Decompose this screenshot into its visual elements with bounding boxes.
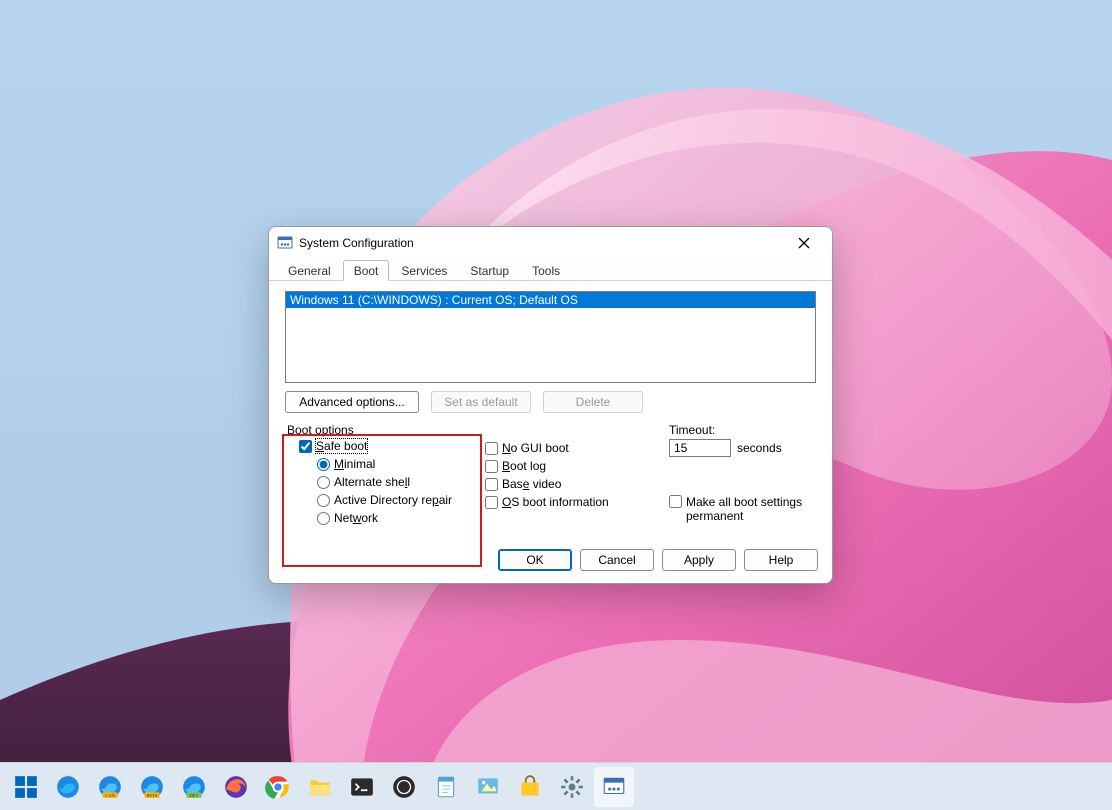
taskbar-notepad[interactable] xyxy=(426,767,466,807)
taskbar-terminal[interactable] xyxy=(342,767,382,807)
safe-boot-checkbox[interactable] xyxy=(299,440,312,453)
boot-options-group: Boot options Safe boot Minimal Alternate… xyxy=(285,423,485,527)
minimal-label[interactable]: Minimal xyxy=(334,457,375,471)
timeout-unit: seconds xyxy=(737,441,782,455)
set-as-default-button: Set as default xyxy=(431,391,531,413)
tab-services[interactable]: Services xyxy=(390,260,458,281)
taskbar-edge-dev[interactable]: DEV xyxy=(174,767,214,807)
notepad-icon xyxy=(433,774,459,800)
taskbar-paint[interactable] xyxy=(468,767,508,807)
taskbar-explorer[interactable] xyxy=(300,767,340,807)
ad-repair-label[interactable]: Active Directory repair xyxy=(334,493,452,507)
alternate-shell-label[interactable]: Alternate shell xyxy=(334,475,410,489)
svg-text:BETA: BETA xyxy=(147,792,159,797)
titlebar[interactable]: System Configuration xyxy=(269,227,832,259)
svg-text:DEV: DEV xyxy=(189,792,199,797)
taskbar: CAN BETA DEV xyxy=(0,762,1112,810)
apply-button[interactable]: Apply xyxy=(662,549,736,571)
timeout-label: Timeout: xyxy=(669,423,816,437)
cancel-button[interactable]: Cancel xyxy=(580,549,654,571)
boot-log-checkbox[interactable] xyxy=(485,460,498,473)
edge-icon xyxy=(55,774,81,800)
ok-button[interactable]: OK xyxy=(498,549,572,571)
ad-repair-radio[interactable] xyxy=(317,494,330,507)
no-gui-boot-checkbox[interactable] xyxy=(485,442,498,455)
edge-beta-icon: BETA xyxy=(139,774,165,800)
paint-icon xyxy=(475,774,501,800)
cancel-label: Cancel xyxy=(598,553,635,567)
os-boot-info-label[interactable]: OS boot information xyxy=(502,495,609,509)
boot-options-legend: Boot options xyxy=(285,423,485,437)
tab-startup[interactable]: Startup xyxy=(459,260,520,281)
tab-boot[interactable]: Boot xyxy=(343,260,390,281)
taskbar-msconfig[interactable] xyxy=(594,767,634,807)
taskbar-firefox[interactable] xyxy=(216,767,256,807)
apply-label: Apply xyxy=(684,553,714,567)
base-video-label[interactable]: Base video xyxy=(502,477,561,491)
terminal-icon xyxy=(349,774,375,800)
network-radio[interactable] xyxy=(317,512,330,525)
make-permanent-label[interactable]: Make all boot settings permanent xyxy=(686,495,816,524)
base-video-checkbox[interactable] xyxy=(485,478,498,491)
set-as-default-label: Set as default xyxy=(444,395,517,409)
tab-general[interactable]: General xyxy=(277,260,342,281)
alternate-shell-radio[interactable] xyxy=(317,476,330,489)
store-icon xyxy=(517,774,543,800)
chatgpt-icon xyxy=(391,774,417,800)
minimal-radio[interactable] xyxy=(317,458,330,471)
taskbar-store[interactable] xyxy=(510,767,550,807)
taskbar-edge-beta[interactable]: BETA xyxy=(132,767,172,807)
boot-entry-list[interactable]: Windows 11 (C:\WINDOWS) : Current OS; De… xyxy=(285,291,816,383)
make-permanent-checkbox[interactable] xyxy=(669,495,682,508)
close-button[interactable] xyxy=(782,229,826,257)
tab-body-boot: Windows 11 (C:\WINDOWS) : Current OS; De… xyxy=(269,281,832,539)
delete-button: Delete xyxy=(543,391,643,413)
help-button[interactable]: Help xyxy=(744,549,818,571)
chrome-icon xyxy=(265,774,291,800)
dialog-footer: OK Cancel Apply Help xyxy=(269,539,832,583)
taskbar-chrome[interactable] xyxy=(258,767,298,807)
tab-tools[interactable]: Tools xyxy=(521,260,571,281)
timeout-group: Timeout: seconds Make all boot settings … xyxy=(665,423,816,527)
taskbar-settings[interactable] xyxy=(552,767,592,807)
timeout-input[interactable] xyxy=(669,439,731,457)
help-label: Help xyxy=(769,553,794,567)
delete-label: Delete xyxy=(576,395,611,409)
taskbar-edge[interactable] xyxy=(48,767,88,807)
tab-strip: General Boot Services Startup Tools xyxy=(269,259,832,281)
msconfig-taskbar-icon xyxy=(601,774,627,800)
boot-flags-group: No GUI boot Boot log Base video OS boot … xyxy=(485,423,665,527)
firefox-icon xyxy=(223,774,249,800)
system-configuration-dialog: System Configuration General Boot Servic… xyxy=(268,226,833,584)
taskbar-chatgpt[interactable] xyxy=(384,767,424,807)
msconfig-icon xyxy=(277,235,293,251)
edge-canary-icon: CAN xyxy=(97,774,123,800)
start-button[interactable] xyxy=(6,767,46,807)
close-icon xyxy=(798,237,810,249)
boot-entry[interactable]: Windows 11 (C:\WINDOWS) : Current OS; De… xyxy=(286,292,815,308)
svg-text:CAN: CAN xyxy=(105,792,115,797)
os-boot-info-checkbox[interactable] xyxy=(485,496,498,509)
edge-dev-icon: DEV xyxy=(181,774,207,800)
safe-boot-label[interactable]: Safe boot xyxy=(316,439,367,453)
gear-icon xyxy=(559,774,585,800)
window-title: System Configuration xyxy=(299,236,414,250)
folder-icon xyxy=(307,774,333,800)
no-gui-boot-label[interactable]: No GUI boot xyxy=(502,441,569,455)
ok-label: OK xyxy=(526,553,543,567)
advanced-options-button[interactable]: Advanced options... xyxy=(285,391,419,413)
advanced-options-label: Advanced options... xyxy=(299,395,404,409)
boot-log-label[interactable]: Boot log xyxy=(502,459,546,473)
network-label[interactable]: Network xyxy=(334,511,378,525)
taskbar-edge-can[interactable]: CAN xyxy=(90,767,130,807)
windows-logo-icon xyxy=(13,774,39,800)
